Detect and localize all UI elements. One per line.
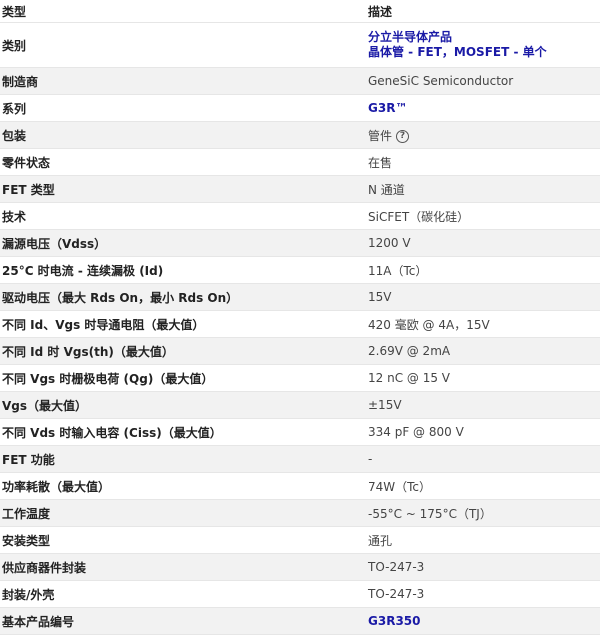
question-circle-icon[interactable]: ?: [396, 129, 410, 143]
attribute-label: 零件状态: [0, 148, 366, 176]
table-row: 漏源电压（Vdss） 1200 V: [0, 229, 600, 257]
attribute-label: 基本产品编号: [0, 607, 366, 635]
column-header-type: 类型: [0, 0, 366, 23]
attribute-value: G3R350: [366, 607, 600, 635]
table-row: 技术 SiCFET（碳化硅）: [0, 202, 600, 230]
table-row: 不同 Id、Vgs 时导通电阻（最大值） 420 毫欧 @ 4A，15V: [0, 310, 600, 338]
table-row: 制造商 GeneSiC Semiconductor: [0, 67, 600, 95]
attribute-value: 15V: [366, 283, 600, 311]
attribute-label: 不同 Vgs 时栅极电荷 (Qg)（最大值）: [0, 364, 366, 392]
table-row: 系列 G3R™: [0, 94, 600, 122]
base-product-number-link[interactable]: G3R350: [368, 614, 421, 628]
table-row: 25°C 时电流 - 连续漏极 (Id) 11A（Tc）: [0, 256, 600, 284]
attribute-value: N 通道: [366, 175, 600, 203]
attribute-label: 漏源电压（Vdss）: [0, 229, 366, 257]
attribute-value: 在售: [366, 148, 600, 176]
attribute-label: 25°C 时电流 - 连续漏极 (Id): [0, 256, 366, 284]
attribute-label: 包装: [0, 121, 366, 149]
attribute-value: 11A（Tc）: [366, 256, 600, 284]
attribute-label: Vgs（最大值）: [0, 391, 366, 419]
attribute-value: 74W（Tc）: [366, 472, 600, 500]
attribute-value: SiCFET（碳化硅）: [366, 202, 600, 230]
table-row: FET 类型 N 通道: [0, 175, 600, 203]
attribute-label: 不同 Vds 时输入电容 (Ciss)（最大值）: [0, 418, 366, 446]
category-link-discrete[interactable]: 分立半导体产品: [368, 30, 596, 45]
series-link[interactable]: G3R™: [368, 101, 407, 115]
table-row: 驱动电压（最大 Rds On，最小 Rds On） 15V: [0, 283, 600, 311]
category-link-fet[interactable]: 晶体管 - FET，MOSFET - 单个: [368, 45, 596, 60]
table-row: Vgs（最大值） ±15V: [0, 391, 600, 419]
attribute-label: 系列: [0, 94, 366, 122]
attribute-label: FET 功能: [0, 445, 366, 473]
attribute-label: 不同 Id 时 Vgs(th)（最大值）: [0, 337, 366, 365]
attribute-label: 制造商: [0, 67, 366, 95]
table-row: 供应商器件封装 TO-247-3: [0, 553, 600, 581]
table-row: FET 功能 -: [0, 445, 600, 473]
attribute-value: 1200 V: [366, 229, 600, 257]
attribute-value: ±15V: [366, 391, 600, 419]
attribute-label: 不同 Id、Vgs 时导通电阻（最大值）: [0, 310, 366, 338]
attribute-value: TO-247-3: [366, 580, 600, 608]
attribute-value: -55°C ~ 175°C（TJ）: [366, 499, 600, 527]
attribute-value: 334 pF @ 800 V: [366, 418, 600, 446]
attribute-value: 分立半导体产品 晶体管 - FET，MOSFET - 单个: [366, 22, 600, 68]
table-row: 安装类型 通孔: [0, 526, 600, 554]
attribute-value: G3R™: [366, 94, 600, 122]
attribute-value: 420 毫欧 @ 4A，15V: [366, 310, 600, 338]
attribute-label: 类别: [0, 22, 366, 68]
attribute-value: 12 nC @ 15 V: [366, 364, 600, 392]
attribute-label: 技术: [0, 202, 366, 230]
table-row: 不同 Vgs 时栅极电荷 (Qg)（最大值） 12 nC @ 15 V: [0, 364, 600, 392]
attribute-label: 供应商器件封装: [0, 553, 366, 581]
attribute-label: 功率耗散（最大值）: [0, 472, 366, 500]
attribute-value: -: [366, 445, 600, 473]
attribute-value: TO-247-3: [366, 553, 600, 581]
attribute-label: 工作温度: [0, 499, 366, 527]
table-row: 包装 管件?: [0, 121, 600, 149]
column-header-description: 描述: [366, 0, 600, 23]
attribute-value: 通孔: [366, 526, 600, 554]
table-row: 基本产品编号 G3R350: [0, 607, 600, 635]
attribute-label: FET 类型: [0, 175, 366, 203]
table-row: 零件状态 在售: [0, 148, 600, 176]
product-attributes-table: 类型 描述 类别 分立半导体产品 晶体管 - FET，MOSFET - 单个 制…: [0, 0, 600, 635]
table-row: 封装/外壳 TO-247-3: [0, 580, 600, 608]
attribute-value: GeneSiC Semiconductor: [366, 67, 600, 95]
attribute-label: 安装类型: [0, 526, 366, 554]
attribute-label: 封装/外壳: [0, 580, 366, 608]
packaging-value: 管件: [368, 128, 393, 143]
table-row: 类别 分立半导体产品 晶体管 - FET，MOSFET - 单个: [0, 22, 600, 68]
attribute-label: 驱动电压（最大 Rds On，最小 Rds On）: [0, 283, 366, 311]
table-header-row: 类型 描述: [0, 0, 600, 23]
attribute-value: 管件?: [366, 121, 600, 149]
table-row: 不同 Vds 时输入电容 (Ciss)（最大值） 334 pF @ 800 V: [0, 418, 600, 446]
table-row: 工作温度 -55°C ~ 175°C（TJ）: [0, 499, 600, 527]
table-row: 功率耗散（最大值） 74W（Tc）: [0, 472, 600, 500]
table-row: 不同 Id 时 Vgs(th)（最大值） 2.69V @ 2mA: [0, 337, 600, 365]
attribute-value: 2.69V @ 2mA: [366, 337, 600, 365]
